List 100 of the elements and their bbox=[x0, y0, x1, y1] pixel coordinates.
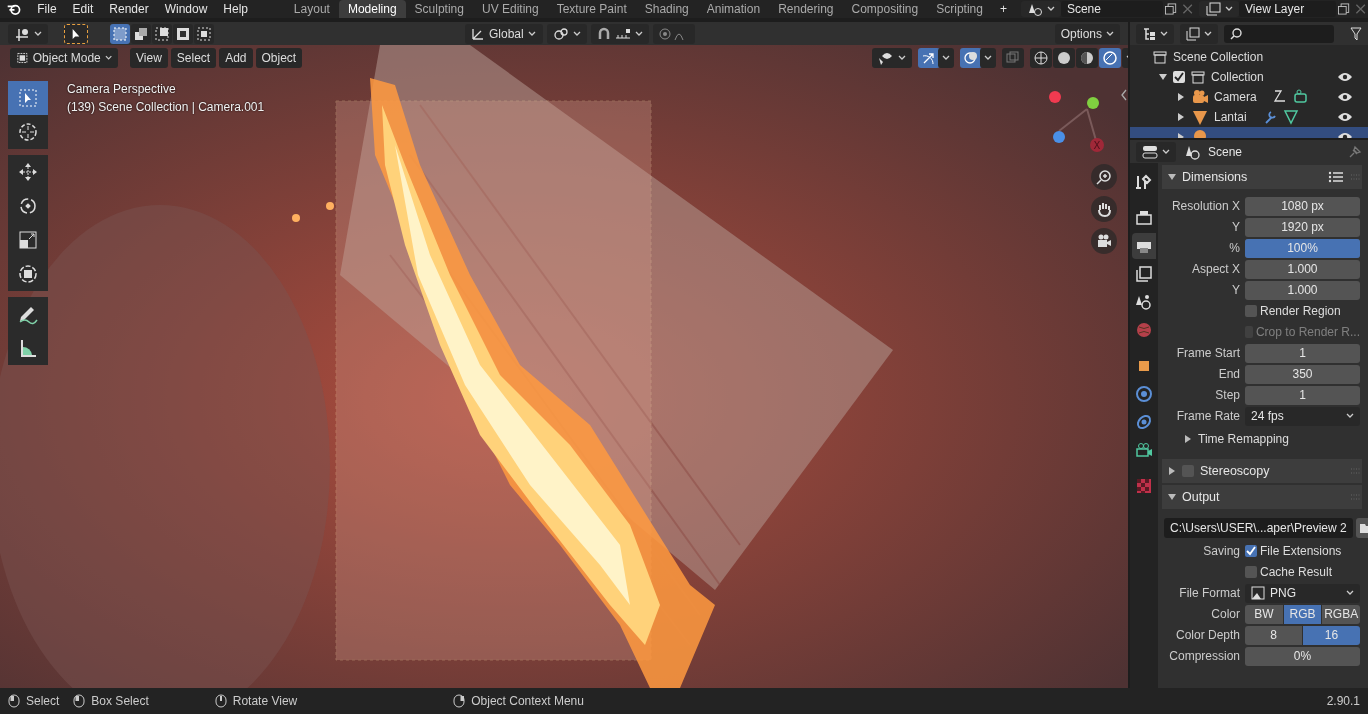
workspace-tab[interactable]: Scripting bbox=[927, 0, 992, 18]
toggle-option[interactable]: RGB bbox=[1283, 604, 1322, 624]
dropdown[interactable]: PNG bbox=[1245, 583, 1360, 603]
panel-header[interactable]: Output bbox=[1162, 485, 1362, 509]
toggle-option[interactable]: BW bbox=[1245, 604, 1283, 624]
editor-type-button[interactable] bbox=[1136, 141, 1176, 162]
tool-button[interactable] bbox=[8, 115, 48, 149]
menu-button[interactable]: Select bbox=[170, 48, 217, 68]
checkbox-label[interactable]: Render Region bbox=[1260, 302, 1341, 320]
gizmos-toggle[interactable] bbox=[918, 48, 940, 68]
workspace-tab[interactable]: Compositing bbox=[842, 0, 928, 18]
selection-mode-button[interactable] bbox=[194, 23, 214, 44]
checkbox-label[interactable]: File Extensions bbox=[1260, 542, 1342, 560]
panel-header[interactable]: Dimensions bbox=[1162, 165, 1362, 189]
workspace-tab[interactable]: UV Editing bbox=[472, 0, 548, 18]
dropdown-button[interactable] bbox=[980, 48, 996, 68]
active-tool-button[interactable] bbox=[64, 23, 88, 44]
toggle-option[interactable]: 16 bbox=[1303, 625, 1360, 645]
selection-mode-button[interactable] bbox=[173, 23, 193, 44]
add-workspace-button[interactable]: + bbox=[991, 0, 1015, 18]
menu-item[interactable]: Render bbox=[101, 0, 157, 18]
workspace-tab[interactable]: Texture Paint bbox=[547, 0, 636, 18]
pivot-button[interactable] bbox=[547, 23, 587, 44]
number-field[interactable]: 1.000 bbox=[1245, 280, 1360, 300]
tool-button[interactable] bbox=[8, 297, 48, 331]
dropdown-button[interactable] bbox=[938, 48, 954, 68]
number-field[interactable]: 350 bbox=[1245, 364, 1360, 384]
path-field[interactable]: C:\Users\USER\...aper\Preview 2 bbox=[1164, 518, 1353, 538]
number-field[interactable]: 1 bbox=[1245, 343, 1360, 363]
outliner-item[interactable]: Scene Collection bbox=[1173, 48, 1264, 66]
subpanel-header[interactable]: Time Remapping bbox=[1164, 427, 1360, 451]
chevron-icon bbox=[984, 55, 992, 61]
outliner-row[interactable]: Lantai bbox=[1130, 107, 1368, 127]
scene-name-field[interactable]: Scene bbox=[1060, 1, 1163, 17]
chevron-icon bbox=[104, 55, 112, 61]
number-field[interactable]: 1 bbox=[1245, 385, 1360, 405]
tool-button[interactable] bbox=[8, 257, 48, 291]
workspace-tab[interactable]: Shading bbox=[635, 0, 698, 18]
search-field[interactable] bbox=[1224, 24, 1334, 43]
proportional-edit-button[interactable] bbox=[653, 23, 695, 44]
number-field[interactable]: 1080 px bbox=[1245, 196, 1360, 216]
dropdown[interactable]: 24 fps bbox=[1245, 406, 1360, 426]
workspace-tab[interactable]: Modeling bbox=[338, 0, 406, 18]
display-mode-button[interactable] bbox=[1180, 23, 1218, 44]
field-label: Color Depth bbox=[1174, 627, 1240, 644]
drag-handle-icon bbox=[1350, 493, 1362, 501]
move-icon bbox=[17, 161, 39, 183]
number-field[interactable]: 1920 px bbox=[1245, 217, 1360, 237]
field-label: Aspect X bbox=[1190, 261, 1240, 278]
checkbox[interactable] bbox=[1173, 71, 1185, 83]
xray-toggle[interactable] bbox=[1002, 48, 1024, 68]
menu-button[interactable]: Add bbox=[219, 48, 253, 68]
menu-item[interactable]: Help bbox=[215, 0, 257, 18]
menu-button[interactable]: Object bbox=[255, 48, 303, 68]
overlays-toggle[interactable] bbox=[960, 48, 982, 68]
selection-mode-button[interactable] bbox=[131, 23, 151, 44]
menu-item[interactable]: Edit bbox=[64, 0, 102, 18]
options-dropdown[interactable]: Options bbox=[1054, 23, 1120, 44]
outliner-item[interactable]: Camera bbox=[1214, 88, 1257, 106]
number-field[interactable]: 1.000 bbox=[1245, 259, 1360, 279]
selection-mode-button[interactable] bbox=[110, 23, 130, 44]
workspace-tab[interactable]: Layout bbox=[284, 0, 339, 18]
version-label: 2.90.1 bbox=[1326, 693, 1360, 710]
tool-button[interactable] bbox=[8, 155, 48, 189]
select-mode-icon bbox=[112, 25, 128, 42]
editor-type-button[interactable] bbox=[1136, 23, 1174, 44]
checkbox[interactable] bbox=[1245, 305, 1257, 317]
shading-button[interactable] bbox=[1099, 48, 1121, 68]
outliner-row[interactable]: Camera bbox=[1130, 87, 1368, 107]
outliner-item[interactable]: Lantai bbox=[1214, 108, 1247, 126]
toggle-option[interactable]: 8 bbox=[1245, 625, 1302, 645]
workspace-tab[interactable]: Animation bbox=[697, 0, 770, 18]
shading-button[interactable] bbox=[1030, 48, 1052, 68]
chevron-icon bbox=[527, 30, 536, 37]
editor-type-button[interactable] bbox=[8, 23, 48, 44]
checkbox[interactable] bbox=[1245, 566, 1257, 578]
view-layer-name-field[interactable]: View Layer bbox=[1239, 1, 1336, 17]
panel-header[interactable]: Stereoscopy bbox=[1162, 459, 1362, 483]
outliner-item[interactable]: Collection bbox=[1211, 68, 1264, 86]
visibility-button[interactable] bbox=[872, 48, 912, 68]
checkbox-label[interactable]: Cache Result bbox=[1260, 563, 1333, 581]
view-layer-selector[interactable] bbox=[1199, 1, 1239, 17]
camera-icon bbox=[1134, 440, 1154, 460]
menu-item[interactable]: Window bbox=[156, 0, 216, 18]
slider-field[interactable]: 100% bbox=[1245, 238, 1360, 258]
mode-dropdown[interactable]: Object Mode bbox=[10, 48, 118, 68]
tool-button[interactable] bbox=[8, 331, 48, 365]
scene-selector[interactable] bbox=[1020, 1, 1061, 17]
properties-tab[interactable] bbox=[1132, 233, 1156, 259]
snap-button[interactable] bbox=[591, 23, 649, 44]
slider-field[interactable]: 0% bbox=[1245, 646, 1360, 666]
selection-mode-button[interactable] bbox=[152, 23, 172, 44]
orientation-dropdown[interactable]: Global bbox=[465, 23, 543, 44]
workspace-tab[interactable]: Sculpting bbox=[405, 0, 473, 18]
toggle-option[interactable]: RGBA bbox=[1322, 604, 1360, 624]
shading-button[interactable] bbox=[1053, 48, 1075, 68]
workspace-tab[interactable]: Rendering bbox=[769, 0, 843, 18]
menu-button[interactable]: View bbox=[130, 48, 168, 68]
menu-item[interactable]: File bbox=[29, 0, 65, 18]
shading-button[interactable] bbox=[1076, 48, 1098, 68]
